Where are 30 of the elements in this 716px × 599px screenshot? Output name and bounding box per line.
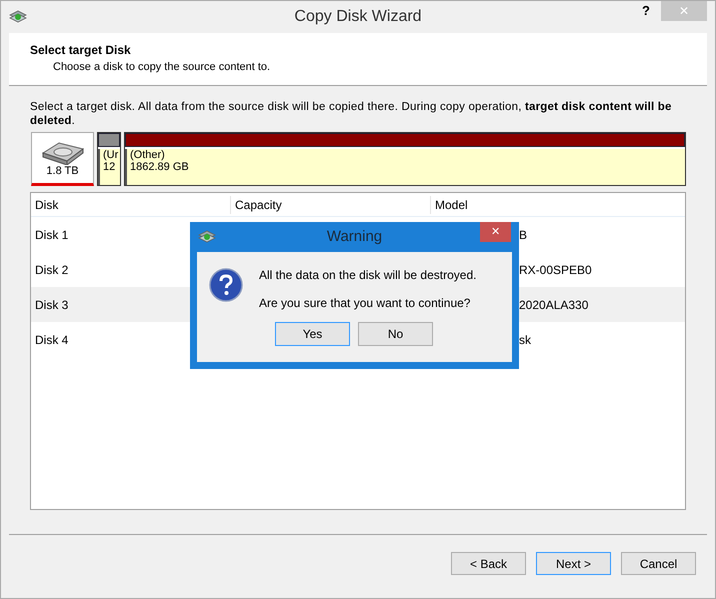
- partition-size: 1862.89 GB: [130, 161, 190, 173]
- window-title: Copy Disk Wizard: [294, 7, 422, 27]
- partition-size: 12: [103, 161, 116, 173]
- app-icon: [9, 9, 27, 25]
- table-cell: 2020ALA330: [519, 298, 588, 312]
- table-cell: Disk 3: [35, 298, 68, 312]
- partition-name: (Other): [130, 149, 166, 161]
- partition-block[interactable]: (Other) 1862.89 GB: [124, 132, 686, 186]
- wizard-button[interactable]: Cancel: [621, 552, 696, 575]
- instruction-text: Select a target disk. All data from the source disk will be copied there. During copy operation, target disk content will be deleted.: [30, 100, 673, 128]
- page-subtitle: Choose a disk to copy the source content to.: [52, 60, 272, 75]
- dialog-button[interactable]: Yes: [275, 322, 350, 346]
- column-header[interactable]: Disk: [31, 196, 231, 214]
- disk-size: 1.8 TB: [46, 165, 79, 178]
- dialog-button[interactable]: No: [358, 322, 433, 346]
- close-button[interactable]: ✕: [480, 222, 511, 242]
- dialog-title: Warning: [326, 226, 382, 247]
- disk-tile[interactable]: 1.8 TB: [31, 132, 94, 186]
- wizard-button[interactable]: Next >: [536, 552, 611, 575]
- column-header[interactable]: Capacity: [231, 196, 431, 214]
- dialog-message: All the data on the disk will be destroyed.: [259, 267, 476, 284]
- app-icon: [198, 229, 216, 245]
- dialog-question: Are you sure that you want to continue?: [259, 295, 472, 312]
- page-title: Select target Disk: [30, 42, 132, 59]
- wizard-button[interactable]: < Back: [451, 552, 526, 575]
- help-button[interactable]: ?: [631, 1, 661, 21]
- question-icon: [209, 268, 243, 302]
- partition-name: (Ur: [103, 149, 117, 161]
- column-header[interactable]: Model: [431, 196, 685, 214]
- partition-block[interactable]: (Ur 12: [97, 132, 121, 186]
